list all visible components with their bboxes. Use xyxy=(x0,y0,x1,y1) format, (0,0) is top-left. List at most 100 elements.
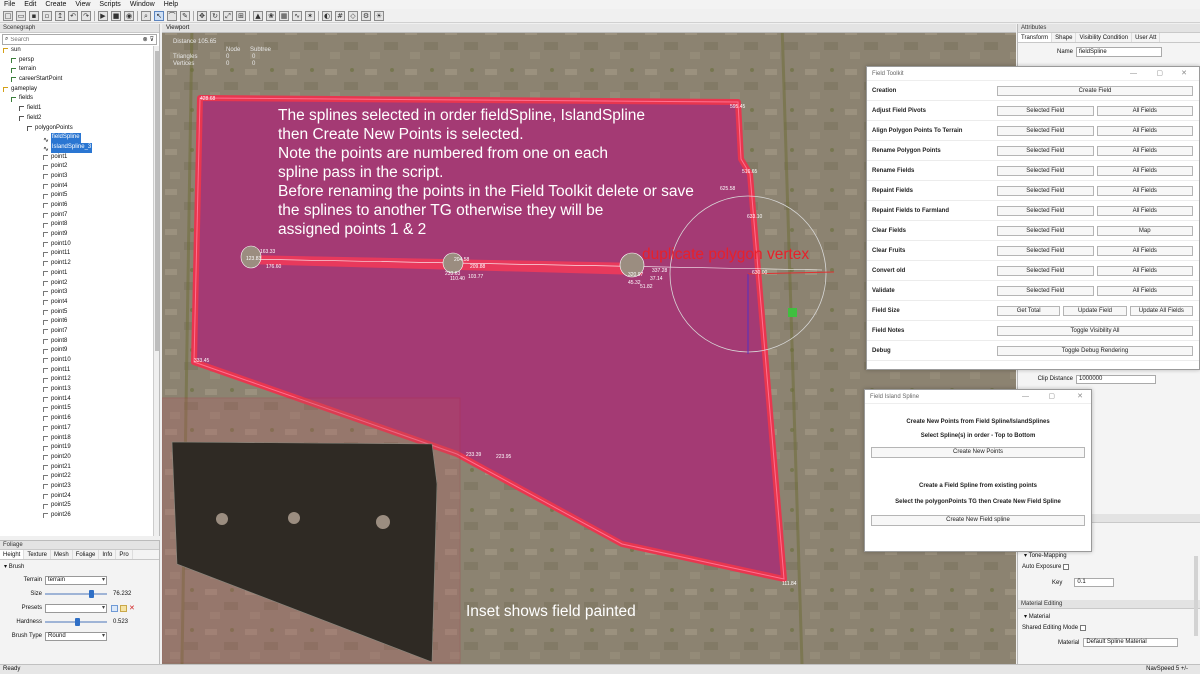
tree-item[interactable]: point12 xyxy=(0,375,159,385)
foliage-tab[interactable]: Height xyxy=(0,550,25,559)
menu-view[interactable]: View xyxy=(75,1,90,8)
snap-icon[interactable]: ⊞ xyxy=(236,10,246,21)
wireframe-icon[interactable]: ◇ xyxy=(348,10,358,21)
hardness-value[interactable]: 0.523 xyxy=(113,619,128,625)
rotate-icon[interactable]: ↻ xyxy=(210,10,220,21)
size-value[interactable]: 76.232 xyxy=(113,591,131,597)
shared-mode-checkbox[interactable] xyxy=(1080,625,1087,631)
brush-type-select[interactable]: Round xyxy=(45,631,107,641)
filter-icon[interactable]: ⊽ xyxy=(150,36,154,43)
minimize-icon[interactable]: — xyxy=(1022,390,1029,404)
texture-tool-icon[interactable]: ▦ xyxy=(279,10,289,21)
tree-item[interactable]: ∿ IslandSpline_3 xyxy=(0,142,159,153)
close-icon[interactable]: ✕ xyxy=(1077,390,1083,404)
attributes-scrollbar[interactable] xyxy=(1194,556,1198,636)
presets-select[interactable] xyxy=(45,603,107,613)
toolkit-button[interactable]: All Fields xyxy=(1096,165,1193,176)
toolkit-button[interactable]: Selected Field xyxy=(997,225,1094,236)
terrain-tool-icon[interactable]: ▲ xyxy=(253,10,263,21)
menu-edit[interactable]: Edit xyxy=(24,1,36,8)
tree-item[interactable]: point22 xyxy=(0,472,159,482)
tree-item[interactable]: point21 xyxy=(0,463,159,473)
save-as-icon[interactable]: ▫ xyxy=(42,10,52,21)
auto-exposure-checkbox[interactable] xyxy=(1063,564,1070,570)
minimize-icon[interactable]: — xyxy=(1130,67,1137,81)
tree-item[interactable]: point19 xyxy=(0,443,159,453)
tree-item[interactable]: point6 xyxy=(0,201,159,211)
light-tool-icon[interactable]: ✶ xyxy=(305,10,315,21)
menu-scripts[interactable]: Scripts xyxy=(99,1,120,8)
toolkit-button[interactable]: Get Total xyxy=(997,305,1061,316)
tree-item[interactable]: careerStartPoint xyxy=(0,75,159,85)
import-icon[interactable]: ↥ xyxy=(55,10,65,21)
create-new-field-spline-button[interactable]: Create New Field spline xyxy=(871,515,1085,526)
attributes-tab[interactable]: Visibility Condition xyxy=(1076,33,1133,42)
toolkit-button[interactable]: Selected Field xyxy=(997,245,1094,256)
grid-icon[interactable]: # xyxy=(335,10,345,21)
toolkit-button[interactable]: Selected Field xyxy=(997,145,1094,156)
tree-item[interactable]: point11 xyxy=(0,366,159,376)
toolkit-button[interactable]: All Fields xyxy=(1096,145,1193,156)
tree-item[interactable]: point8 xyxy=(0,337,159,347)
tree-item[interactable]: point4 xyxy=(0,298,159,308)
new-file-icon[interactable]: □ xyxy=(3,10,13,21)
foliage-tab[interactable]: Texture xyxy=(24,550,52,559)
toolkit-button[interactable]: All Fields xyxy=(1096,125,1193,136)
preset-save-icon[interactable] xyxy=(120,604,127,612)
redo-icon[interactable]: ↷ xyxy=(81,10,91,21)
tree-item[interactable]: point1 xyxy=(0,269,159,279)
move-icon[interactable]: ✥ xyxy=(197,10,207,21)
foliage-tab[interactable]: Foliage xyxy=(73,550,100,559)
terrain-select[interactable]: terrain xyxy=(45,575,107,585)
attributes-tab[interactable]: Shape xyxy=(1052,33,1077,42)
tree-item[interactable]: point7 xyxy=(0,211,159,221)
tree-item[interactable]: persp xyxy=(0,56,159,66)
open-folder-icon[interactable]: ▭ xyxy=(16,10,26,21)
toolkit-button[interactable]: Update Field xyxy=(1063,305,1127,316)
tree-item[interactable]: point24 xyxy=(0,492,159,502)
tree-item[interactable]: point18 xyxy=(0,434,159,444)
tree-item[interactable]: point16 xyxy=(0,414,159,424)
tree-item[interactable]: point9 xyxy=(0,230,159,240)
preset-new-icon[interactable] xyxy=(111,604,118,612)
foliage-tab[interactable]: Pro xyxy=(116,550,133,559)
tree-item[interactable]: point11 xyxy=(0,249,159,259)
tree-item[interactable]: ∿ fieldSpline xyxy=(0,133,159,144)
tree-item[interactable]: point3 xyxy=(0,288,159,298)
tree-item[interactable]: sun xyxy=(0,46,159,56)
tree-item[interactable]: point13 xyxy=(0,385,159,395)
maximize-icon[interactable]: ▢ xyxy=(1048,390,1055,404)
tree-item[interactable]: point26 xyxy=(0,511,159,521)
tree-item[interactable]: point23 xyxy=(0,482,159,492)
tree-item[interactable]: fields xyxy=(0,94,159,104)
toolkit-button[interactable]: Selected Field xyxy=(997,185,1094,196)
toolkit-button[interactable]: Selected Field xyxy=(997,285,1094,296)
tone-mapping-section[interactable]: ▾ Tone-Mapping xyxy=(1024,552,1067,559)
play-icon[interactable]: ▶ xyxy=(98,10,108,21)
tree-item[interactable]: terrain xyxy=(0,65,159,75)
camera-icon[interactable]: ◉ xyxy=(124,10,134,21)
toolkit-button[interactable]: All Fields xyxy=(1096,105,1193,116)
foliage-tool-icon[interactable]: ❀ xyxy=(266,10,276,21)
tree-item[interactable]: point12 xyxy=(0,259,159,269)
toolkit-button[interactable]: All Fields xyxy=(1096,285,1193,296)
toolkit-button[interactable]: Selected Field xyxy=(997,165,1094,176)
menu-help[interactable]: Help xyxy=(164,1,178,8)
toolkit-button[interactable]: All Fields xyxy=(1096,265,1193,276)
tree-item[interactable]: point14 xyxy=(0,395,159,405)
tree-item[interactable]: point5 xyxy=(0,308,159,318)
settings-icon[interactable]: ⚙ xyxy=(361,10,371,21)
preset-delete-icon[interactable]: ✕ xyxy=(129,604,135,612)
name-field[interactable]: fieldSpline xyxy=(1076,47,1162,57)
brush-section[interactable]: ▾ Brush xyxy=(0,560,159,573)
tree-item[interactable]: point20 xyxy=(0,453,159,463)
toolkit-button[interactable]: Toggle Visibility All xyxy=(997,325,1193,336)
tree-item[interactable]: point17 xyxy=(0,424,159,434)
tree-item[interactable]: field1 xyxy=(0,104,159,114)
material-field[interactable]: Default Spline Material xyxy=(1083,638,1179,647)
paint-icon[interactable]: ✎ xyxy=(180,10,190,21)
stop-icon[interactable]: ■ xyxy=(111,10,121,21)
hardness-slider-knob[interactable] xyxy=(74,618,80,626)
foliage-tab[interactable]: Mesh xyxy=(51,550,73,559)
size-slider[interactable] xyxy=(45,590,107,598)
